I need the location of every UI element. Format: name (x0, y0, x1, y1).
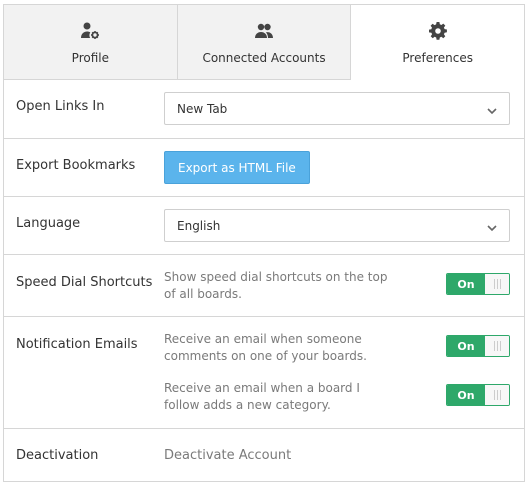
notification-emails-label: Notification Emails (16, 337, 138, 352)
user-gear-icon (79, 20, 101, 42)
chevron-down-icon (487, 104, 497, 115)
toggle-handle (485, 336, 509, 356)
toggle-on-label: On (447, 385, 485, 405)
export-bookmarks-label: Export Bookmarks (16, 158, 136, 173)
users-icon (253, 20, 275, 42)
settings-tabs: Profile Connected Accounts Preferences (4, 5, 525, 80)
tab-connected-accounts-label: Connected Accounts (202, 50, 326, 65)
toggle-on-label: On (447, 336, 485, 356)
speed-dial-toggle[interactable]: On (446, 273, 510, 295)
open-links-select[interactable]: New Tab (164, 92, 510, 125)
tab-preferences[interactable]: Preferences (351, 5, 525, 80)
tab-preferences-label: Preferences (402, 50, 473, 65)
row-language: Language English (4, 196, 524, 254)
row-open-links: Open Links In New Tab (4, 80, 524, 138)
toggle-handle (485, 274, 509, 294)
open-links-label: Open Links In (16, 99, 105, 114)
deactivate-account-link[interactable]: Deactivate Account (164, 448, 291, 463)
language-select[interactable]: English (164, 209, 510, 242)
speed-dial-label: Speed Dial Shortcuts (16, 275, 153, 290)
settings-panel: Profile Connected Accounts Preferences O… (3, 4, 525, 482)
export-html-button[interactable]: Export as HTML File (164, 151, 310, 184)
speed-dial-description: Show speed dial shortcuts on the top of … (164, 270, 388, 301)
row-notification-emails: Notification Emails Receive an email whe… (4, 316, 524, 428)
row-speed-dial: Speed Dial Shortcuts Show speed dial sho… (4, 254, 524, 316)
row-export-bookmarks: Export Bookmarks Export as HTML File (4, 138, 524, 196)
tab-profile[interactable]: Profile (4, 5, 178, 80)
toggle-on-label: On (447, 274, 485, 294)
notification-comments-description: Receive an email when someone comments o… (164, 332, 367, 363)
gear-icon (427, 20, 449, 42)
language-value: English (177, 218, 221, 233)
tab-connected-accounts[interactable]: Connected Accounts (177, 5, 352, 80)
toggle-handle (485, 385, 509, 405)
chevron-down-icon (487, 221, 497, 232)
tab-profile-label: Profile (71, 50, 109, 65)
open-links-value: New Tab (177, 101, 228, 116)
deactivation-label: Deactivation (16, 448, 99, 463)
notification-comments-toggle[interactable]: On (446, 335, 510, 357)
row-deactivation: Deactivation Deactivate Account (4, 428, 524, 481)
notification-category-toggle[interactable]: On (446, 384, 510, 406)
notification-category-description: Receive an email when a board I follow a… (164, 381, 360, 412)
language-label: Language (16, 216, 81, 231)
